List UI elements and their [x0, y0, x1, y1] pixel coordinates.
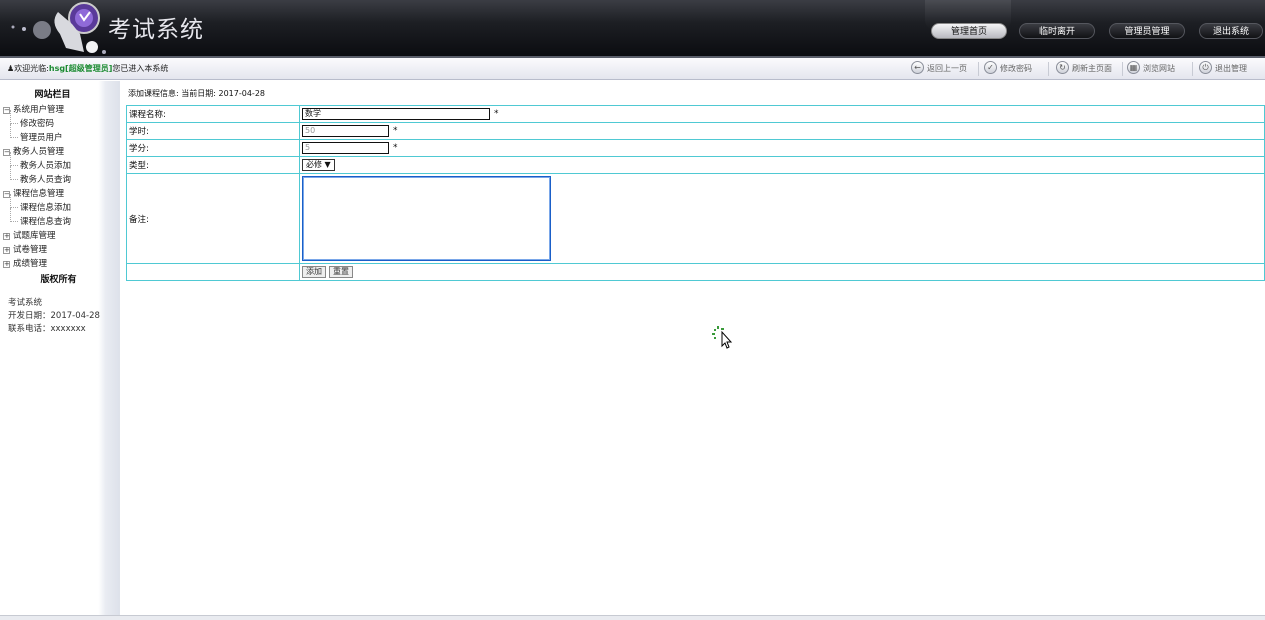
form-row: 类型: 必修 ▼	[126, 156, 1265, 174]
nav-exit-system[interactable]: 退出系统	[1199, 23, 1263, 39]
system-name: 考试系统	[8, 298, 43, 308]
go-back-button[interactable]: ← 返回上一页	[911, 61, 967, 77]
breadcrumb: 添加课程信息: 当前日期: 2017-04-28	[128, 89, 266, 98]
sidebar-item-exam-papers[interactable]: + 试卷管理	[3, 243, 47, 255]
course-name-label: 课程名称:	[126, 105, 300, 123]
form-cell: 50 *	[299, 122, 1265, 140]
course-form: 课程名称: 数学 * 学时: 50 * 学分: 5 * 类型: 必修 ▼ 备注: 添加…	[126, 105, 1265, 281]
loading-cursor-icon	[712, 326, 733, 349]
sidebar: 网站栏目 − 系统用户管理 修改密码 管理员用户 − 教务人员管理 教务人员添加 教…	[0, 81, 120, 616]
nav-admin-management[interactable]: 管理员管理	[1109, 23, 1185, 39]
form-row: 学时: 50 *	[126, 122, 1265, 140]
notes-textarea[interactable]	[302, 176, 551, 261]
divider	[1192, 62, 1193, 76]
contact-phone: 联系电话：xxxxxxx	[8, 324, 86, 334]
credits-label: 学分:	[126, 139, 300, 157]
sidebar-item-staff-management[interactable]: − 教务人员管理	[3, 145, 64, 157]
current-date: 2017-04-28	[218, 89, 266, 98]
sidebar-item-course-management[interactable]: − 课程信息管理	[3, 187, 64, 199]
password-icon: ✓	[984, 61, 997, 74]
username: hsg[超级管理员]	[48, 64, 113, 73]
logout-button[interactable]: ⏻ 退出管理	[1199, 61, 1247, 77]
sidebar-item-change-password[interactable]: 修改密码	[9, 110, 54, 129]
notes-label: 备注:	[126, 173, 300, 264]
status-bar: ♟欢迎光临:hsg[超级管理员]您已进入本系统 ← 返回上一页 ✓ 修改密码 ↻ 刷新…	[0, 58, 1265, 80]
dev-date: 开发日期：2017-04-28	[8, 311, 100, 321]
bottom-bar	[0, 615, 1265, 620]
header: 考试系统 管理首页 临时离开 管理员管理 退出系统	[0, 0, 1265, 58]
form-row: 学分: 5 *	[126, 139, 1265, 157]
change-password-button[interactable]: ✓ 修改密码	[984, 61, 1032, 77]
sidebar-item-staff-add[interactable]: 教务人员添加	[9, 152, 71, 171]
expand-icon[interactable]: +	[3, 261, 10, 268]
credits-input[interactable]: 5	[302, 142, 389, 154]
sidebar-item-system-users[interactable]: − 系统用户管理	[3, 103, 64, 115]
divider	[1122, 62, 1123, 76]
course-name-input[interactable]: 数学	[302, 108, 490, 120]
expand-icon[interactable]: +	[3, 233, 10, 240]
collapse-icon[interactable]: −	[3, 107, 10, 114]
refresh-icon: ↻	[1056, 61, 1069, 74]
nav-admin-home[interactable]: 管理首页	[931, 23, 1007, 39]
welcome-message: ♟欢迎光临:hsg[超级管理员]您已进入本系统	[7, 64, 169, 73]
sidebar-item-course-query[interactable]: 课程信息查询	[9, 208, 71, 227]
empty-cell	[126, 263, 300, 281]
sidebar-item-question-bank[interactable]: + 试题库管理	[3, 229, 56, 241]
form-cell: 必修 ▼	[299, 156, 1265, 174]
logo-icon	[11, 2, 106, 54]
form-row: 课程名称: 数学 *	[126, 105, 1265, 123]
power-icon: ⏻	[1199, 61, 1212, 74]
sidebar-item-grades[interactable]: + 成绩管理	[3, 257, 47, 269]
required-mark: *	[393, 143, 398, 153]
divider	[978, 62, 979, 76]
hours-input[interactable]: 50	[302, 125, 389, 137]
form-cell: 添加 重置	[299, 263, 1265, 281]
back-arrow-icon: ←	[911, 61, 924, 74]
collapse-icon[interactable]: −	[3, 149, 10, 156]
form-row: 备注:	[126, 173, 1265, 264]
expand-icon[interactable]: +	[3, 247, 10, 254]
chevron-down-icon: ▼	[324, 160, 331, 169]
browse-icon: ▦	[1127, 61, 1140, 74]
sidebar-item-staff-query[interactable]: 教务人员查询	[9, 166, 71, 185]
add-button[interactable]: 添加	[302, 266, 326, 278]
required-mark: *	[494, 109, 499, 119]
browse-site-button[interactable]: ▦ 浏览网站	[1127, 61, 1175, 77]
sidebar-item-course-add[interactable]: 课程信息添加	[9, 194, 71, 213]
app-title: 考试系统	[108, 17, 204, 43]
divider	[1048, 62, 1049, 76]
sidebar-heading: 网站栏目	[34, 90, 71, 100]
type-select[interactable]: 必修 ▼	[302, 159, 335, 171]
collapse-icon[interactable]: −	[3, 191, 10, 198]
sidebar-item-admin-users[interactable]: 管理员用户	[10, 124, 63, 143]
type-label: 类型:	[126, 156, 300, 174]
reset-button[interactable]: 重置	[329, 266, 353, 278]
copyright-heading: 版权所有	[40, 275, 77, 285]
hours-label: 学时:	[126, 122, 300, 140]
form-cell	[299, 173, 1265, 264]
nav-temporary-leave[interactable]: 临时离开	[1019, 23, 1095, 39]
form-cell: 5 *	[299, 139, 1265, 157]
required-mark: *	[393, 126, 398, 136]
form-row: 添加 重置	[126, 263, 1265, 281]
refresh-main-button[interactable]: ↻ 刷新主页面	[1056, 61, 1112, 77]
form-cell: 数学 *	[299, 105, 1265, 123]
